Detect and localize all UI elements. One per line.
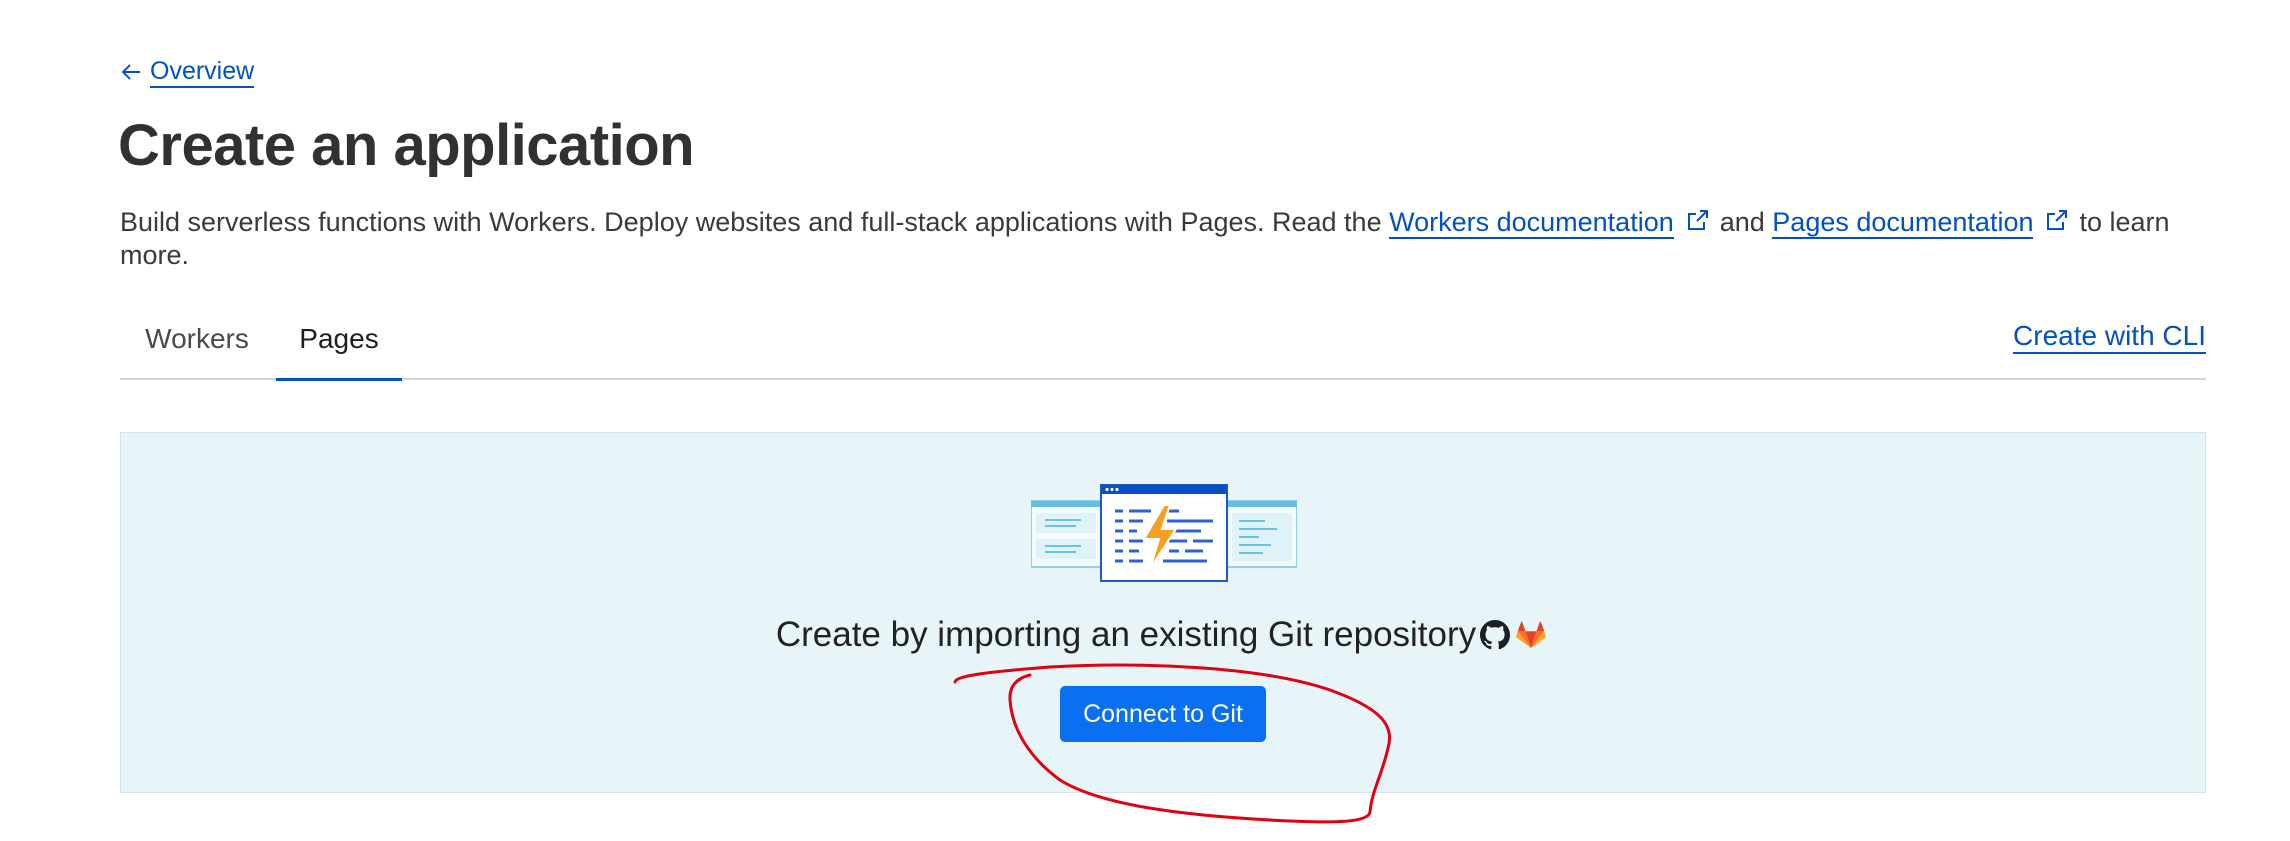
tab-pages[interactable]: Pages — [276, 312, 402, 381]
page-description: Build serverless functions with Workers.… — [120, 206, 2180, 272]
gitlab-icon — [1516, 621, 1547, 649]
page-title: Create an application — [118, 113, 695, 178]
pages-documentation-link[interactable]: Pages documentation — [1772, 207, 2034, 239]
external-link-icon — [2047, 210, 2068, 230]
tab-workers[interactable]: Workers — [120, 312, 274, 380]
back-link-label: Overview — [150, 56, 255, 88]
application-type-tabs: Workers Pages — [120, 312, 2206, 381]
description-and: and — [1719, 207, 1773, 237]
connect-to-git-button[interactable]: Connect to Git — [1060, 686, 1266, 742]
git-import-panel: Create by importing an existing Git repo… — [120, 432, 2206, 793]
create-application-page: Overview Create an application Build ser… — [0, 0, 2290, 841]
external-link-icon — [1687, 210, 1708, 230]
arrow-left-icon — [121, 64, 140, 80]
git-import-heading-text: Create by importing an existing Git repo… — [775, 615, 1477, 654]
git-provider-icons — [1480, 620, 1547, 650]
pages-illustration — [1031, 484, 1297, 582]
workers-documentation-link[interactable]: Workers documentation — [1389, 207, 1674, 239]
back-to-overview-link[interactable]: Overview — [120, 56, 255, 88]
description-prefix: Build serverless functions with Workers.… — [120, 207, 1390, 237]
github-icon — [1480, 620, 1511, 650]
create-with-cli-link[interactable]: Create with CLI — [2013, 320, 2206, 354]
git-import-heading: Create by importing an existing Git repo… — [121, 615, 2205, 655]
